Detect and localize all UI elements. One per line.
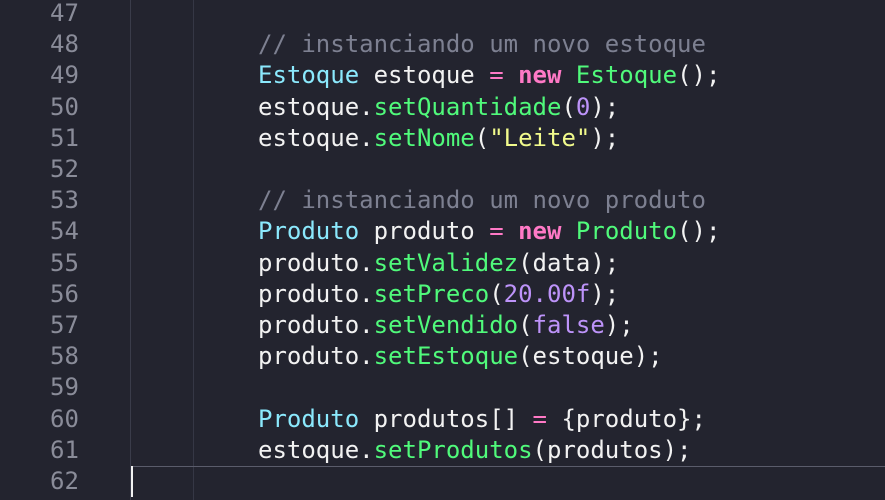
code-token: produto <box>359 217 490 246</box>
line-number: 62 <box>50 467 79 495</box>
code-token: ); <box>590 123 620 152</box>
code-token: Produto <box>575 217 678 246</box>
line-number: 57 <box>50 311 79 339</box>
code-token: ); <box>604 311 634 339</box>
code-line[interactable]: 48 // instanciando um novo estoque <box>0 29 885 60</box>
code-token: setProdutos <box>373 435 533 464</box>
code-token: ( <box>518 311 533 339</box>
code-token: ( <box>489 279 504 308</box>
line-number: 52 <box>50 155 79 183</box>
code-text[interactable]: Estoque estoque = new Estoque(); <box>258 60 720 91</box>
code-token: Produto <box>258 217 360 246</box>
code-token: (); <box>677 217 721 246</box>
line-number: 56 <box>50 279 79 308</box>
code-text[interactable]: // instanciando um novo produto <box>258 185 706 216</box>
code-editor[interactable]: 47 48 // instanciando um novo estoque 49 Est… <box>0 0 885 500</box>
code-token: Estoque <box>575 61 678 90</box>
code-token: {produto}; <box>547 404 706 433</box>
code-line[interactable]: 57 produto.setVendido(false); <box>0 310 885 341</box>
line-number: 51 <box>50 123 79 152</box>
code-text[interactable]: produto.setVendido(false); <box>258 310 634 341</box>
code-token: ( <box>561 92 576 121</box>
code-token: setQuantidade <box>373 92 562 121</box>
line-number: 47 <box>50 0 79 27</box>
code-text[interactable]: produto.setPreco(20.00f); <box>258 279 619 310</box>
line-number: 59 <box>50 373 79 402</box>
code-token: ); <box>590 92 620 121</box>
line-number: 61 <box>50 435 79 464</box>
code-token: = <box>532 404 547 433</box>
code-line[interactable]: 52 <box>0 154 885 185</box>
code-token: (estoque); <box>518 342 663 371</box>
code-token: setEstoque <box>373 342 519 371</box>
code-token: ( <box>474 123 490 152</box>
code-token: setPreco <box>373 279 490 308</box>
line-number: 48 <box>50 30 79 59</box>
code-token: Produto <box>258 404 360 433</box>
code-token: (produtos); <box>532 435 692 464</box>
code-token: "Leite" <box>489 123 591 152</box>
code-line[interactable]: 61 estoque.setProdutos(produtos); <box>0 435 885 466</box>
code-token: 20.00f <box>503 279 591 308</box>
code-token: = <box>489 217 504 246</box>
code-token: setVendido <box>373 311 519 339</box>
code-token: estoque. <box>258 435 374 464</box>
code-line[interactable]: 58 produto.setEstoque(estoque); <box>0 341 885 372</box>
code-text[interactable]: Produto produto = new Produto(); <box>258 216 720 247</box>
code-token: produtos[] <box>359 404 533 433</box>
code-text[interactable]: estoque.setNome("Leite"); <box>258 123 619 154</box>
code-token: false <box>532 311 605 339</box>
code-token: // instanciando um novo estoque <box>258 30 706 59</box>
code-text[interactable]: estoque.setQuantidade(0); <box>258 92 619 123</box>
code-line[interactable]: 47 <box>0 0 885 29</box>
code-token: produto. <box>258 279 374 308</box>
code-token: ); <box>590 279 620 308</box>
code-token: = <box>489 61 504 90</box>
code-token: 0 <box>575 92 591 121</box>
code-token: (); <box>677 61 721 90</box>
code-token: new <box>518 61 562 90</box>
code-line[interactable]: 60 Produto produtos[] = {produto}; <box>0 404 885 435</box>
line-number: 49 <box>50 61 79 90</box>
code-text[interactable]: Produto produtos[] = {produto}; <box>258 404 706 435</box>
code-token: setValidez <box>373 248 519 277</box>
line-number: 58 <box>50 342 79 371</box>
code-token: setNome <box>373 123 475 152</box>
code-token: produto. <box>258 311 374 339</box>
code-line[interactable]: 59 <box>0 372 885 403</box>
line-number: 55 <box>50 248 79 277</box>
code-token: // instanciando um novo produto <box>258 186 706 215</box>
code-text[interactable]: // instanciando um novo estoque <box>258 29 706 60</box>
code-token: estoque. <box>258 123 374 152</box>
code-line[interactable]: 51 estoque.setNome("Leite"); <box>0 123 885 154</box>
code-token: Estoque <box>258 61 360 90</box>
code-text[interactable]: estoque.setProdutos(produtos); <box>258 435 692 466</box>
text-cursor <box>131 466 133 497</box>
line-number: 53 <box>50 186 79 215</box>
line-number: 60 <box>50 404 79 433</box>
line-number: 50 <box>50 92 79 121</box>
code-line[interactable]: 56 produto.setPreco(20.00f); <box>0 279 885 310</box>
code-line[interactable]: 54 Produto produto = new Produto(); <box>0 216 885 247</box>
code-token: produto. <box>258 342 374 371</box>
code-line[interactable]: 53 // instanciando um novo produto <box>0 185 885 216</box>
code-line[interactable]: 50 estoque.setQuantidade(0); <box>0 92 885 123</box>
code-line[interactable]: 49 Estoque estoque = new Estoque(); <box>0 60 885 91</box>
code-text[interactable]: produto.setValidez(data); <box>258 248 619 279</box>
code-token: new <box>518 217 562 246</box>
code-line[interactable]: 55 produto.setValidez(data); <box>0 248 885 279</box>
current-code-line[interactable]: 62 <box>0 466 885 497</box>
code-text[interactable]: produto.setEstoque(estoque); <box>258 341 663 372</box>
current-line-highlight <box>131 466 885 467</box>
code-token: estoque. <box>258 92 374 121</box>
code-token: produto. <box>258 248 374 277</box>
code-token: estoque <box>359 61 490 90</box>
line-number: 54 <box>50 217 79 246</box>
code-token: (data); <box>518 248 620 277</box>
